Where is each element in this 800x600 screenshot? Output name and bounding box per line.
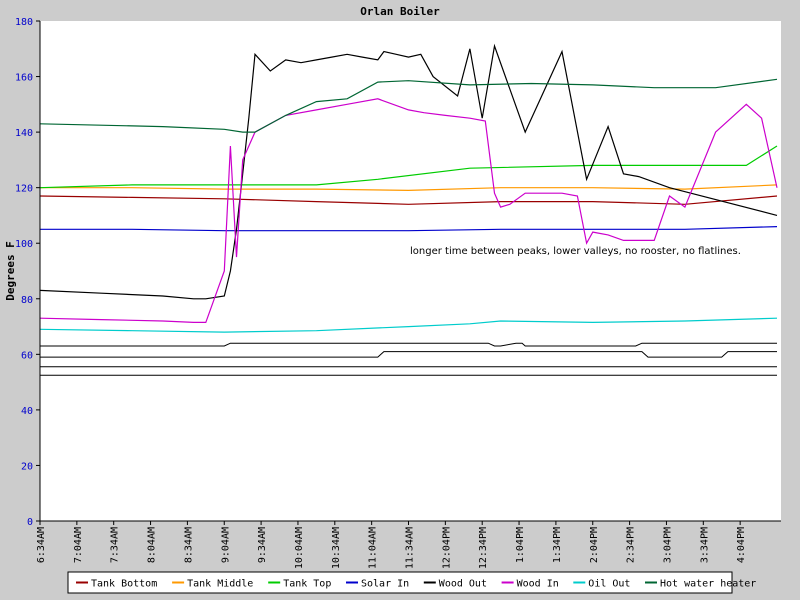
x-tick-label: 8:34AM (183, 527, 194, 563)
x-tick-label: 2:04PM (589, 527, 600, 563)
x-tick-label: 12:04PM (441, 527, 452, 569)
y-tick-label: 80 (21, 295, 33, 306)
x-tick-label: 3:04PM (662, 527, 673, 563)
x-tick-label: 1:04PM (515, 527, 526, 563)
y-tick-label: 40 (21, 406, 33, 417)
y-tick-label: 160 (15, 73, 33, 84)
y-tick-label: 0 (27, 517, 33, 528)
y-tick-label: 100 (15, 239, 33, 250)
y-tick-label: 180 (15, 17, 33, 28)
legend-label-solar-in: Solar In (361, 579, 409, 590)
legend-label-oil-out: Oil Out (588, 579, 630, 590)
legend: Tank Bottom Tank Middle Tank Top Solar In Wo… (67, 571, 756, 594)
x-tick-label: 12:34PM (478, 527, 489, 569)
x-tick-label: 9:34AM (257, 527, 268, 563)
x-tick-label: 2:34PM (626, 527, 637, 563)
x-tick-label: 7:04AM (73, 527, 84, 563)
x-tick-label: 6:34AM (36, 527, 47, 563)
chart-annotation: longer time between peaks, lower valleys… (410, 246, 741, 257)
y-tick-label: 60 (21, 350, 33, 361)
plot-area (40, 21, 781, 521)
legend-label-tank-bottom: Tank Bottom (91, 579, 157, 590)
chart-title: Orlan Boiler (360, 5, 440, 18)
x-tick-label: 4:04PM (736, 527, 747, 563)
chart: Orlan Boiler Degrees F 02040608010012014… (4, 5, 781, 594)
x-tick-label: 8:04AM (147, 527, 158, 563)
x-tick-label: 1:34PM (552, 527, 563, 563)
legend-label-tank-top: Tank Top (283, 579, 331, 590)
x-tick-label: 3:34PM (699, 527, 710, 563)
legend-label-wood-in: Wood In (517, 579, 559, 590)
x-tick-label: 11:04AM (368, 527, 379, 569)
x-tick-label: 10:34AM (331, 527, 342, 569)
y-tick-label: 120 (15, 184, 33, 195)
legend-label-hot-water-heater: Hot water heater (660, 579, 756, 590)
x-tick-label: 11:34AM (405, 527, 416, 569)
x-tick-label: 9:04AM (220, 527, 231, 563)
y-tick-label: 20 (21, 461, 33, 472)
y-tick-label: 140 (15, 128, 33, 139)
legend-label-tank-middle: Tank Middle (187, 579, 253, 590)
x-tick-label: 10:04AM (294, 527, 305, 569)
x-tick-label: 7:34AM (110, 527, 121, 563)
legend-label-wood-out: Wood Out (439, 579, 487, 590)
